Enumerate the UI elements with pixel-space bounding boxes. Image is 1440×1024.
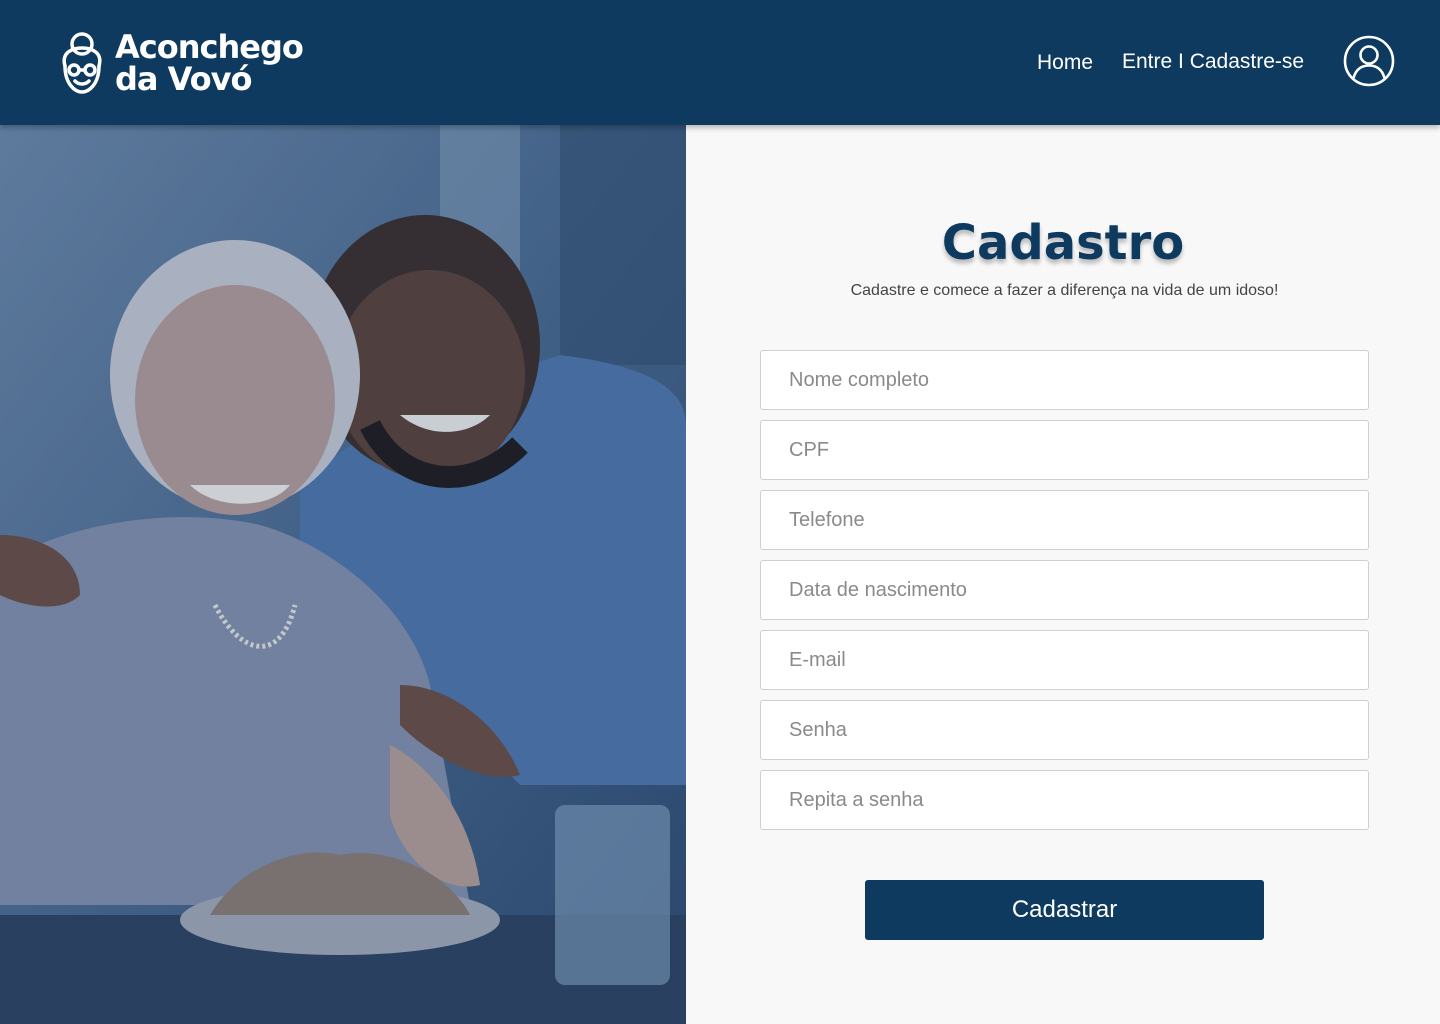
grandma-icon xyxy=(62,32,102,94)
password-field[interactable] xyxy=(760,700,1369,760)
cpf-field[interactable] xyxy=(760,420,1369,480)
caregiver-with-elderly-woman-photo xyxy=(0,125,686,1024)
user-circle-icon[interactable] xyxy=(1343,35,1395,87)
nav-home-link[interactable]: Home xyxy=(1037,51,1093,75)
brand-name-line2: da Vovó xyxy=(115,60,252,98)
signup-panel: Cadastro Cadastre e comece a fazer a dif… xyxy=(686,125,1440,1024)
brand-name: Aconchego da Vovó xyxy=(115,28,304,98)
signup-submit-button[interactable]: Cadastrar xyxy=(865,880,1264,940)
nav-login-signup-link[interactable]: Entre I Cadastre-se xyxy=(1122,50,1304,74)
repeat-password-field[interactable] xyxy=(760,770,1369,830)
brand-logo[interactable]: Aconchego da Vovó xyxy=(55,28,304,98)
page-subtitle: Cadastre e comece a fazer a diferença na… xyxy=(850,282,1279,299)
top-header: Aconchego da Vovó Home Entre I Cadastre-… xyxy=(0,0,1440,125)
page-title: Cadastro xyxy=(941,215,1185,271)
birthdate-field[interactable] xyxy=(760,560,1369,620)
phone-field[interactable] xyxy=(760,490,1369,550)
email-field[interactable] xyxy=(760,630,1369,690)
hero-photo xyxy=(0,125,686,1024)
full-name-field[interactable] xyxy=(760,350,1369,410)
brand-name-line1: Aconchego xyxy=(115,28,304,66)
